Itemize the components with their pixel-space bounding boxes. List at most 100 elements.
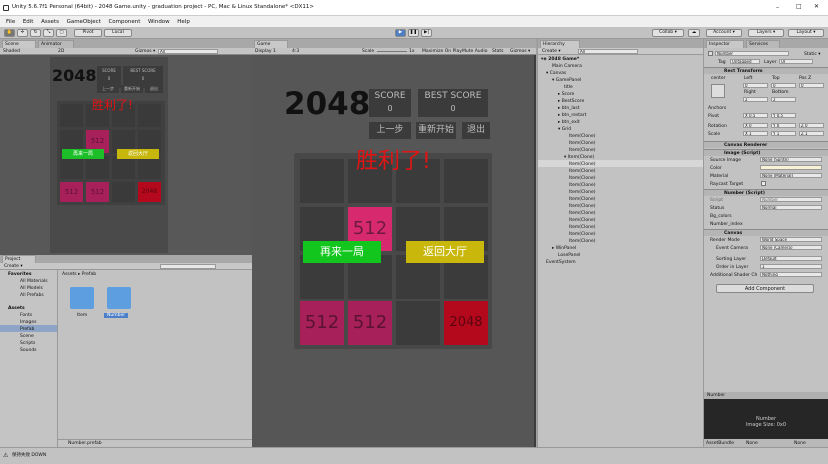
top-field[interactable]: 0 — [771, 83, 796, 88]
hierarchy-item[interactable]: Item(Clone) — [569, 211, 596, 216]
hierarchy-item[interactable]: Item(Clone) — [569, 190, 596, 195]
hierarchy-item[interactable]: Item(Clone) — [569, 204, 596, 209]
aspect-dropdown[interactable]: 4:3 — [292, 49, 299, 54]
hierarchy-item[interactable]: ▸ WinPanel — [552, 246, 576, 251]
posz-field[interactable]: 0 — [799, 83, 824, 88]
hierarchy-item[interactable]: title — [564, 85, 573, 90]
hierarchy-item[interactable]: Item(Clone) — [569, 148, 596, 153]
mute-audio-toggle[interactable]: Mute Audio — [462, 49, 488, 54]
render-mode-dropdown[interactable]: World Space — [760, 237, 822, 242]
menu-component[interactable]: Component — [108, 19, 140, 25]
hierarchy-item[interactable]: ▾ GamePanel — [552, 78, 581, 83]
rotation-x-field[interactable]: X 0 — [743, 123, 768, 128]
hierarchy-item[interactable]: ▸ Score — [558, 92, 574, 97]
image-script-header[interactable]: Image (Script) — [704, 149, 828, 156]
number-script-header[interactable]: Number (Script) — [704, 189, 828, 196]
scale-tool-button[interactable]: ⤡ — [43, 29, 54, 37]
pivot-toggle[interactable]: Pivot — [74, 29, 102, 37]
rotation-z-field[interactable]: Z 0 — [799, 123, 824, 128]
game-gizmos-dropdown[interactable]: Gizmos ▾ — [510, 49, 530, 54]
project-search-input[interactable] — [160, 264, 216, 269]
folder-scene[interactable]: Scene — [20, 334, 34, 339]
tab-inspector[interactable]: Inspector — [706, 40, 744, 48]
minimize-button[interactable]: – — [776, 5, 779, 11]
close-button[interactable]: ✕ — [814, 4, 819, 10]
add-component-button[interactable]: Add Component — [716, 284, 814, 293]
canvas-header[interactable]: Canvas — [704, 229, 828, 236]
hierarchy-item[interactable]: Item(Clone) — [569, 176, 596, 181]
display-dropdown[interactable]: Display 1 — [255, 49, 276, 54]
assets-header[interactable]: Assets — [8, 306, 25, 311]
prefab-item-label[interactable]: Item — [77, 313, 87, 318]
menu-edit[interactable]: Edit — [23, 19, 34, 25]
rotation-y-field[interactable]: Y 0 — [771, 123, 796, 128]
menu-file[interactable]: File — [6, 19, 15, 25]
maximize-on-play-toggle[interactable]: Maximize On Play — [422, 49, 462, 54]
number-index-foldout[interactable]: Number_index — [710, 222, 743, 227]
hierarchy-item[interactable]: Item(Clone) — [569, 183, 596, 188]
move-tool-button[interactable]: ✛ — [17, 29, 28, 37]
fav-all-materials[interactable]: All Materials — [20, 279, 48, 284]
hierarchy-selected-row[interactable] — [538, 160, 704, 167]
left-field[interactable]: 0 — [743, 83, 768, 88]
static-toggle[interactable]: Static ▾ — [804, 52, 821, 57]
assetbundle-variant-dropdown[interactable]: None — [794, 441, 806, 446]
layer-dropdown[interactable]: UI — [779, 59, 813, 64]
folder-fonts[interactable]: Fonts — [20, 313, 32, 318]
hierarchy-item[interactable]: ▸ btn_restart — [558, 113, 586, 118]
tab-animator[interactable]: Animator — [38, 40, 74, 48]
tag-dropdown[interactable]: Untagged — [730, 59, 760, 64]
scale-z-field[interactable]: Z 1 — [799, 131, 824, 136]
canvas-renderer-header[interactable]: Canvas Renderer — [704, 141, 828, 148]
tab-scene[interactable]: Scene — [2, 40, 36, 48]
fav-all-models[interactable]: All Models — [20, 286, 43, 291]
sorting-layer-dropdown[interactable]: Default — [760, 256, 822, 261]
hierarchy-item[interactable]: EventSystem — [546, 260, 576, 265]
hierarchy-item[interactable]: ▸ btn_exit — [558, 120, 580, 125]
cloud-button[interactable]: ☁ — [688, 29, 700, 37]
hierarchy-item[interactable]: Item(Clone) — [569, 232, 596, 237]
active-checkbox[interactable] — [708, 51, 713, 56]
hierarchy-search-input[interactable]: All — [578, 49, 638, 54]
hierarchy-item[interactable]: Main Camera — [552, 64, 582, 69]
pivot-y-field[interactable]: Y 0.5 — [771, 113, 796, 118]
menu-assets[interactable]: Assets — [41, 19, 59, 25]
raycast-target-checkbox[interactable] — [761, 181, 766, 186]
favorites-header[interactable]: Favorites — [8, 272, 32, 277]
additional-channels-dropdown[interactable]: Nothing — [760, 272, 822, 277]
tab-hierarchy[interactable]: Hierarchy — [540, 40, 580, 48]
order-in-layer-field[interactable]: 1 — [760, 264, 822, 269]
tab-project[interactable]: Project — [2, 255, 36, 263]
menu-gameobject[interactable]: GameObject — [67, 19, 101, 25]
hierarchy-item[interactable]: ▾ Grid — [558, 127, 571, 132]
play-button[interactable]: ▶ — [395, 29, 406, 37]
folder-sounds[interactable]: Sounds — [20, 348, 37, 353]
scale-x-field[interactable]: X 1 — [743, 131, 768, 136]
game-again-button[interactable]: 再来一局 — [303, 241, 381, 263]
material-field[interactable]: None (Material) — [760, 173, 822, 178]
hierarchy-item[interactable]: ▾ Canvas — [546, 71, 566, 76]
rotate-tool-button[interactable]: ↻ — [30, 29, 41, 37]
step-button[interactable]: ▶| — [421, 29, 432, 37]
rect-transform-header[interactable]: Rect Transform — [704, 67, 828, 74]
folder-scripts[interactable]: Scripts — [20, 341, 35, 346]
game-exit-button[interactable]: 退出 — [462, 122, 490, 139]
object-name-input[interactable]: Number — [715, 51, 789, 56]
hierarchy-item[interactable]: Item(Clone) — [569, 197, 596, 202]
game-back-button[interactable]: 返回大厅 — [406, 241, 484, 263]
shaded-dropdown[interactable]: Shaded — [3, 49, 20, 54]
maximize-button[interactable]: □ — [796, 4, 802, 10]
color-field[interactable] — [760, 165, 822, 170]
hierarchy-item[interactable]: Item(Clone) — [569, 218, 596, 223]
menu-window[interactable]: Window — [148, 19, 170, 25]
2d-toggle[interactable]: 2D — [58, 49, 64, 54]
assetbundle-dropdown[interactable]: None — [746, 441, 758, 446]
hierarchy-item[interactable]: Item(Clone) — [569, 141, 596, 146]
prefab-number-label[interactable]: Number — [104, 313, 129, 318]
hierarchy-item[interactable]: Item(Clone) — [569, 134, 596, 139]
hierarchy-item[interactable]: Item(Clone) — [569, 162, 596, 167]
prefab-item-icon[interactable] — [70, 287, 94, 309]
scale-y-field[interactable]: Y 1 — [771, 131, 796, 136]
game-restart-button[interactable]: 重新开始 — [416, 122, 456, 139]
tab-game[interactable]: Game — [254, 40, 288, 48]
